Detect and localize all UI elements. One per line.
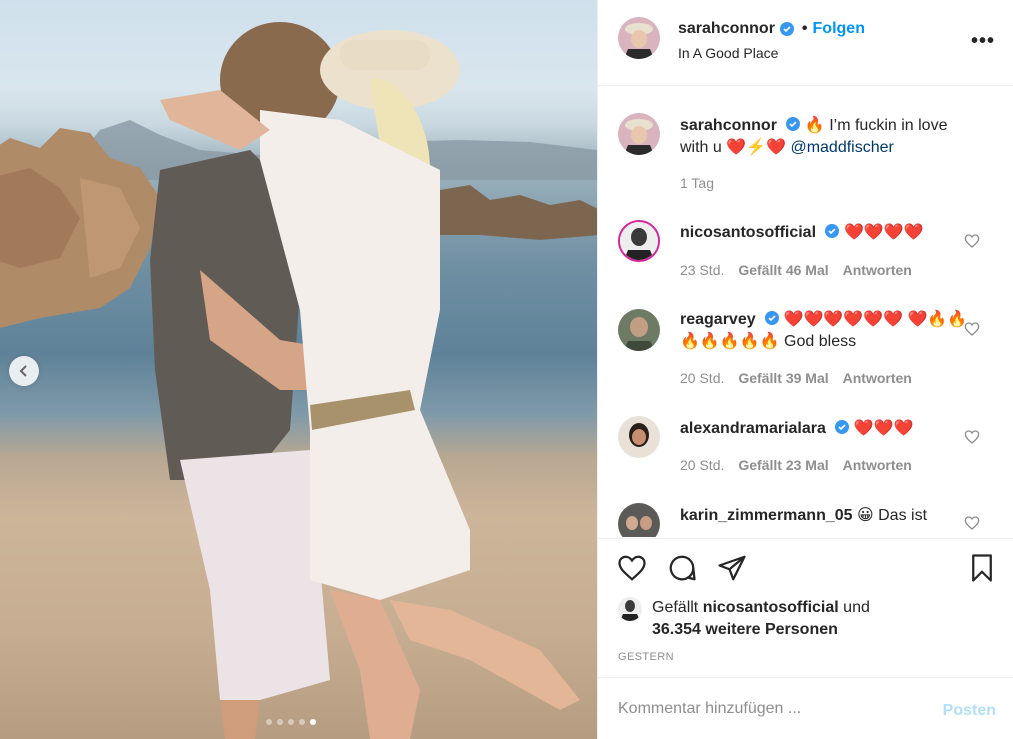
heart-icon[interactable] [617,553,647,583]
likes-count-link[interactable]: Gefällt 46 Mal [738,262,828,278]
avatar[interactable] [618,416,660,458]
heart-icon[interactable] [964,429,980,445]
username-link[interactable]: reagarvey [680,311,756,328]
heart-icon[interactable] [964,321,980,337]
likes-prefix: Gefällt [652,599,703,616]
timestamp[interactable]: 20 Std. [680,370,724,386]
timestamp[interactable]: 23 Std. [680,262,724,278]
timestamp[interactable]: 20 Std. [680,457,724,473]
avatar[interactable] [618,220,660,262]
comment-input[interactable] [618,696,918,722]
comment-body: ❤️❤️❤️❤️ [843,224,924,241]
previous-slide-button[interactable] [9,356,39,386]
comment-body: 😀 Das ist [856,507,928,524]
username-link[interactable]: alexandramarialara [680,420,826,437]
comment-text: karin_zimmermann_05 😀 Das ist [680,505,980,527]
comment-text: alexandramarialara ❤️❤️❤️ [680,418,980,440]
post-button[interactable]: Posten [943,702,996,720]
carousel-dot [299,719,305,725]
follow-separator: • [801,20,808,37]
heart-icon[interactable] [964,233,980,249]
caption-text: sarahconnor 🔥 I’m fuckin in love with u … [680,115,980,159]
username-link[interactable]: sarahconnor [678,20,775,38]
comment-body: ❤️❤️❤️ [853,420,914,437]
verified-badge-icon [765,311,780,325]
username-link[interactable]: nicosantosofficial [680,224,816,241]
verified-badge-icon [825,224,840,238]
post-photo[interactable] [0,0,597,739]
post-details-panel: sarahconnor • Folgen In A Good Place ••• [597,0,1013,739]
carousel-dot [288,719,294,725]
avatar[interactable] [618,309,660,351]
comment-meta: 20 Std. Gefällt 23 Mal Antworten [680,457,912,473]
location-link[interactable]: In A Good Place [678,45,778,61]
comment-text: reagarvey ❤️❤️❤️❤️❤️❤️ ❤️🔥🔥🔥🔥🔥🔥🔥 God ble… [680,309,980,353]
reply-button[interactable]: Antworten [843,262,912,278]
post-actions: Gefällt nicosantosofficial und 36.354 we… [598,538,1013,676]
comment-text: nicosantosofficial ❤️❤️❤️❤️ [680,222,980,244]
reply-button[interactable]: Antworten [843,370,912,386]
post-date[interactable]: GESTERN [618,651,674,663]
likes-count-link[interactable]: Gefällt 23 Mal [738,457,828,473]
carousel-indicator [266,719,316,725]
username-link[interactable]: karin_zimmermann_05 [680,507,853,524]
comment-meta: 20 Std. Gefällt 39 Mal Antworten [680,370,912,386]
username-link[interactable]: nicosantosofficial [703,599,839,616]
add-comment-bar: Posten [598,677,1013,739]
heart-icon[interactable] [964,515,980,531]
likes-summary: Gefällt nicosantosofficial und 36.354 we… [618,597,912,641]
post-header: sarahconnor • Folgen In A Good Place ••• [598,0,1013,86]
carousel-dot-active [310,719,316,725]
post-author: sarahconnor • Folgen [678,20,865,38]
verified-badge-icon [786,117,801,131]
reply-button[interactable]: Antworten [843,457,912,473]
couple-illustration [150,22,580,739]
avatar[interactable] [618,17,660,59]
caption-meta: 1 Tag [680,175,714,191]
avatar[interactable] [618,113,660,155]
avatar[interactable] [618,597,642,621]
bookmark-icon[interactable] [967,553,997,583]
follow-button[interactable]: Folgen [813,20,865,38]
timestamp[interactable]: 1 Tag [680,175,714,191]
avatar[interactable] [618,503,660,537]
comments-list[interactable]: sarahconnor 🔥 I’m fuckin in love with u … [598,87,1013,537]
more-options-icon[interactable]: ••• [971,30,995,53]
comment-icon[interactable] [667,553,697,583]
username-link[interactable]: sarahconnor [680,117,777,134]
likes-count-link[interactable]: Gefällt 39 Mal [738,370,828,386]
carousel-dot [266,719,272,725]
carousel-dot [277,719,283,725]
verified-badge-icon [779,22,794,36]
likes-text: Gefällt nicosantosofficial und 36.354 we… [652,597,912,641]
share-icon[interactable] [717,553,747,583]
likes-middle: und [838,599,870,616]
comment-meta: 23 Std. Gefällt 46 Mal Antworten [680,262,912,278]
mention-link[interactable]: @maddfischer [790,139,893,156]
likes-count-link[interactable]: 36.354 weitere Personen [652,621,838,638]
verified-badge-icon [835,420,850,434]
chevron-left-icon [19,365,27,377]
